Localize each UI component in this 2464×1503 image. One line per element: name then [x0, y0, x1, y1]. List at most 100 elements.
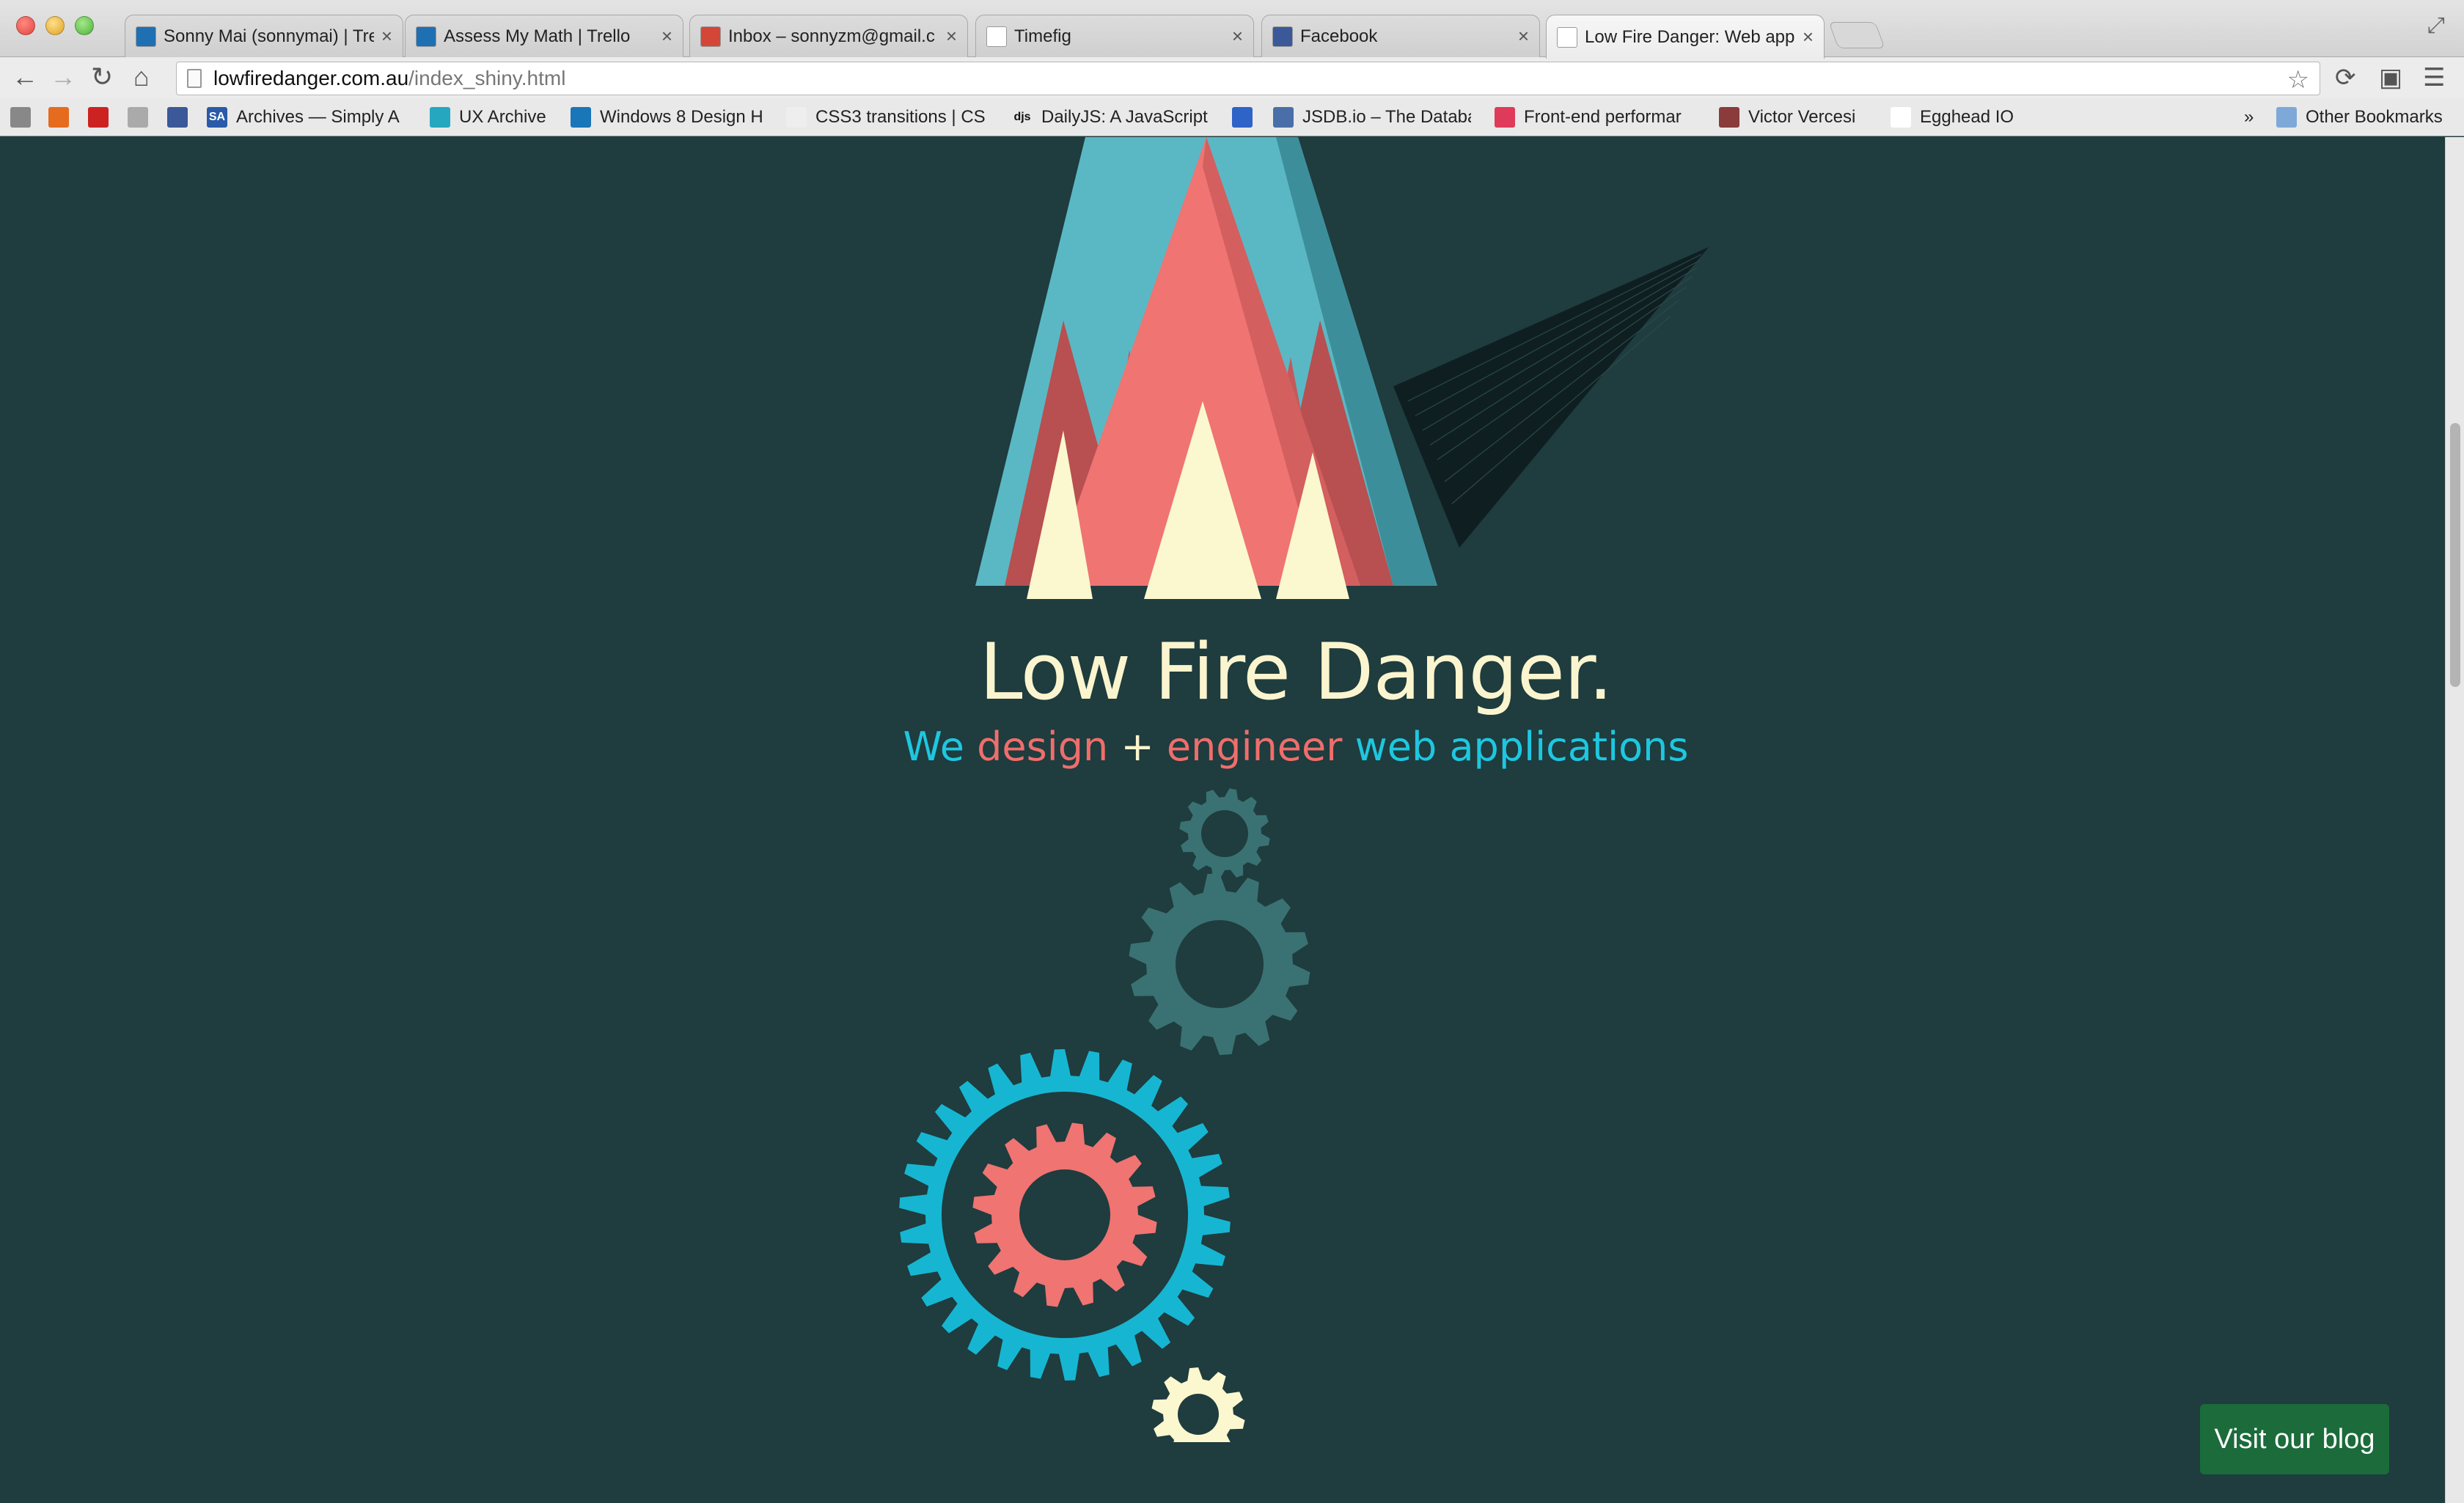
new-tab-button[interactable]	[1828, 22, 1885, 48]
tab-title: Low Fire Danger: Web appl	[1585, 26, 1795, 47]
shadow-streak	[1393, 247, 1709, 548]
coral-gear-icon	[972, 1122, 1157, 1307]
address-bar[interactable]: lowfiredanger.com.au/index_shiny.html ☆	[176, 62, 2320, 95]
tab-6[interactable]: Low Fire Danger: Web appl ×	[1546, 15, 1825, 59]
windows-icon	[571, 107, 591, 128]
bookmark-item[interactable]: Front-end performar	[1495, 106, 1704, 129]
gmail-icon	[700, 26, 721, 47]
forward-icon[interactable]: →	[50, 62, 76, 92]
bookmark-item[interactable]	[1232, 106, 1261, 129]
tab-close-icon[interactable]: ×	[661, 25, 672, 48]
page-icon	[187, 69, 202, 88]
visit-blog-button[interactable]: Visit our blog	[2200, 1404, 2389, 1474]
tagline-we: We	[903, 724, 964, 770]
facebook-icon	[167, 107, 188, 128]
jsdb-icon	[1273, 107, 1294, 128]
tab-title: Timefig	[1014, 26, 1071, 46]
bookmark-item[interactable]	[128, 106, 157, 129]
page-scrollbar[interactable]	[2445, 137, 2464, 1503]
tab-close-icon[interactable]: ×	[946, 25, 957, 48]
bookmark-item[interactable]: JSDB.io – The Databa	[1273, 106, 1471, 129]
bookmark-label: UX Archive	[459, 107, 546, 127]
tagline-design: design	[977, 724, 1109, 770]
bookmark-label: Victor Vercesi	[1748, 107, 1856, 127]
browser-toolbar: ← → ↻ ⌂ lowfiredanger.com.au/index_shiny…	[0, 57, 2464, 98]
blue-folder-icon	[1232, 107, 1253, 128]
screenshot-extension-icon[interactable]: ▣	[2379, 63, 2402, 92]
extension-icon[interactable]: ⟳	[2335, 63, 2356, 92]
bookmark-item[interactable]: Victor Vercesi	[1719, 106, 1866, 129]
gear-shape	[1151, 1367, 1245, 1442]
faint-large-gear-icon	[1129, 873, 1310, 1055]
trello-icon	[416, 26, 436, 47]
menu-icon[interactable]: ☰	[2423, 63, 2445, 92]
tab-1[interactable]: Sonny Mai (sonnymai) | Tre ×	[125, 15, 403, 57]
flame-logo-illustration	[975, 137, 1709, 599]
bookmark-item[interactable]	[167, 106, 197, 129]
tab-title: Facebook	[1300, 26, 1378, 46]
trello-icon	[136, 26, 156, 47]
tab-title: Assess My Math | Trello	[444, 26, 631, 46]
bookmark-item[interactable]: SA Archives — Simply A	[207, 106, 405, 129]
bookmark-label: CSS3 transitions | CS	[815, 107, 986, 127]
tab-5[interactable]: Facebook ×	[1261, 15, 1540, 57]
shield-icon	[1719, 107, 1739, 128]
bookmark-item[interactable]: Egghead IO	[1891, 106, 2037, 129]
facebook-icon	[1272, 26, 1293, 47]
page-icon	[1891, 107, 1911, 128]
blue-gear-icon	[899, 1049, 1231, 1381]
other-bookmarks-folder[interactable]: Other Bookmarks	[2276, 106, 2443, 129]
url-path: /index_shiny.html	[408, 67, 566, 89]
bookmark-label: Archives — Simply A	[236, 107, 400, 127]
tab-title: Sonny Mai (sonnymai) | Tre	[164, 26, 374, 46]
faint-gears-decoration	[1129, 788, 1310, 1055]
bookmark-label: JSDB.io – The Databa	[1302, 107, 1471, 127]
window-maximize-button[interactable]	[75, 16, 94, 35]
tab-close-icon[interactable]: ×	[1803, 26, 1814, 48]
bookmark-item[interactable]: Windows 8 Design H	[571, 106, 769, 129]
bookmark-bird-icon	[88, 107, 109, 128]
bookmarks-overflow-button[interactable]: »	[2244, 106, 2254, 129]
bookmark-star-icon[interactable]: ☆	[2287, 65, 2309, 95]
css-red-icon	[1495, 107, 1515, 128]
css3-icon	[786, 107, 807, 128]
ux-archive-icon	[430, 107, 450, 128]
bookmark-label: Front-end performar	[1524, 107, 1682, 127]
tab-4[interactable]: Timefig ×	[975, 15, 1254, 57]
home-icon[interactable]: ⌂	[133, 62, 150, 92]
tab-close-icon[interactable]: ×	[381, 25, 392, 48]
tab-2[interactable]: Assess My Math | Trello ×	[405, 15, 683, 57]
sa-icon: SA	[207, 107, 227, 128]
bookmark-item[interactable]: CSS3 transitions | CS	[786, 106, 991, 129]
bookmark-label: DailyJS: A JavaScript	[1041, 107, 1208, 127]
bookmark-item[interactable]: djs DailyJS: A JavaScript	[1012, 106, 1217, 129]
page-icon	[1557, 26, 1577, 48]
tab-close-icon[interactable]: ×	[1232, 25, 1243, 48]
bookmarks-bar: SA Archives — Simply A UX Archive Windows 8…	[0, 98, 2464, 136]
window-close-button[interactable]	[16, 16, 35, 35]
bookmark-item[interactable]	[10, 106, 40, 129]
bookmark-grey-icon	[128, 107, 148, 128]
bookmark-item[interactable]	[48, 106, 78, 129]
folder-icon	[2276, 107, 2297, 128]
gear-shape	[1179, 788, 1270, 879]
bookmark-item[interactable]: UX Archive	[430, 106, 547, 129]
bookmark-label: Egghead IO	[1920, 107, 2014, 127]
tab-3[interactable]: Inbox – sonnyzm@gmail.c ×	[689, 15, 968, 57]
gears-illustration	[899, 1049, 1245, 1442]
bookmark-label: Windows 8 Design H	[600, 107, 763, 127]
tab-bar: Sonny Mai (sonnymai) | Tre × Assess My Mat…	[0, 0, 2464, 59]
page-icon	[986, 26, 1007, 47]
bookmark-item[interactable]	[88, 106, 117, 129]
cream-gear-icon	[1151, 1367, 1245, 1442]
back-icon[interactable]: ←	[12, 62, 38, 92]
window-minimize-button[interactable]	[45, 16, 65, 35]
gear-shape	[972, 1122, 1157, 1307]
fullscreen-icon[interactable]: ⤢	[2427, 13, 2445, 38]
gear-shape	[1129, 873, 1310, 1055]
tab-close-icon[interactable]: ×	[1518, 25, 1529, 48]
gear-shape	[899, 1049, 1231, 1381]
other-bookmarks-label: Other Bookmarks	[2306, 107, 2443, 127]
reload-icon[interactable]: ↻	[91, 62, 113, 92]
scrollbar-thumb[interactable]	[2450, 423, 2460, 687]
